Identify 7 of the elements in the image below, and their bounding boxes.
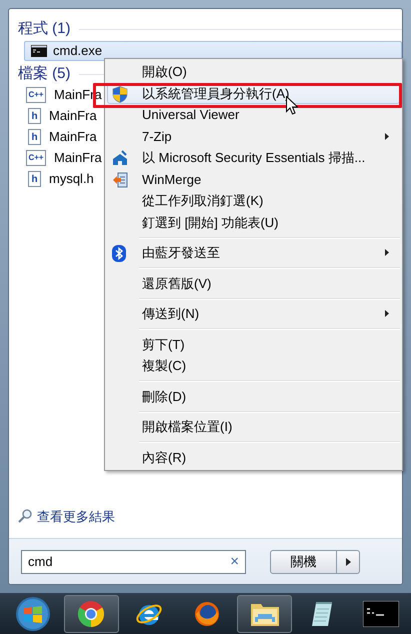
header-file-icon: h [28, 128, 41, 144]
section-header: 程式 (1) [18, 19, 70, 39]
section-header: 檔案 (5) [18, 64, 70, 84]
header-file-icon: h [28, 108, 41, 124]
cpp-file-icon: C++ [26, 86, 46, 102]
cpp-file-icon: C++ [26, 150, 46, 166]
header-file-icon: h [28, 170, 41, 186]
